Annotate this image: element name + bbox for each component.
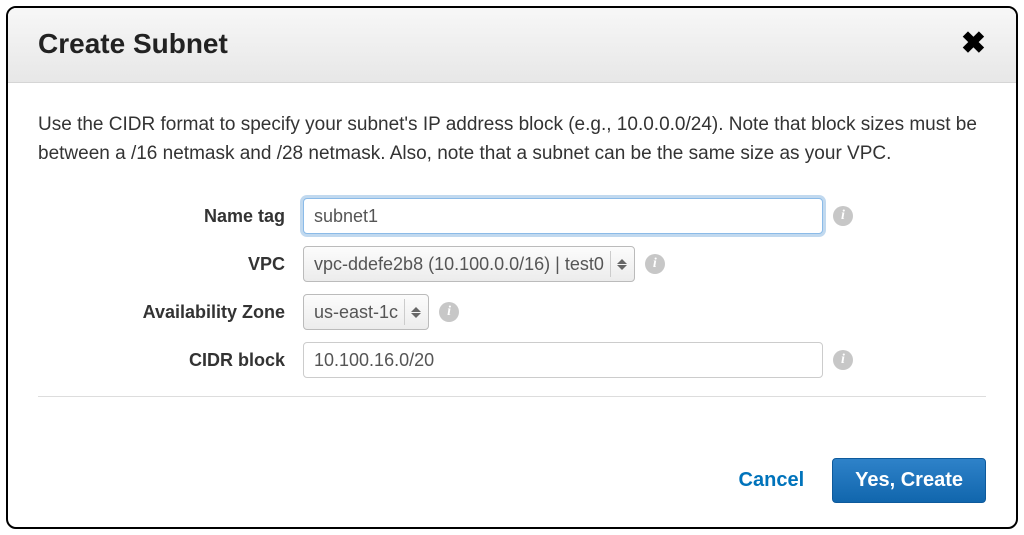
info-icon[interactable]: i <box>833 350 853 370</box>
dialog-title: Create Subnet <box>38 28 228 60</box>
row-availability-zone: Availability Zone us-east-1c i <box>38 294 986 330</box>
cancel-button[interactable]: Cancel <box>739 469 805 492</box>
row-vpc: VPC vpc-ddefe2b8 (10.100.0.0/16) | test0… <box>38 246 986 282</box>
dialog-body: Use the CIDR format to specify your subn… <box>8 83 1016 438</box>
cidr-block-input[interactable] <box>303 342 823 378</box>
dialog-footer: Cancel Yes, Create <box>8 438 1016 527</box>
select-arrows-icon <box>404 299 421 325</box>
label-availability-zone: Availability Zone <box>38 302 303 323</box>
yes-create-button[interactable]: Yes, Create <box>832 458 986 503</box>
availability-zone-selected-value: us-east-1c <box>314 302 398 323</box>
label-cidr-block: CIDR block <box>38 350 303 371</box>
vpc-select[interactable]: vpc-ddefe2b8 (10.100.0.0/16) | test0 <box>303 246 635 282</box>
info-icon[interactable]: i <box>439 302 459 322</box>
select-arrows-icon <box>610 251 627 277</box>
close-icon[interactable]: ✖ <box>961 29 986 59</box>
info-icon[interactable]: i <box>645 254 665 274</box>
create-subnet-dialog: Create Subnet ✖ Use the CIDR format to s… <box>6 6 1018 529</box>
availability-zone-select[interactable]: us-east-1c <box>303 294 429 330</box>
dialog-description: Use the CIDR format to specify your subn… <box>38 111 986 168</box>
label-name-tag: Name tag <box>38 206 303 227</box>
label-vpc: VPC <box>38 254 303 275</box>
dialog-header: Create Subnet ✖ <box>8 8 1016 83</box>
name-tag-input[interactable] <box>303 198 823 234</box>
row-name-tag: Name tag i <box>38 198 986 234</box>
divider <box>38 396 986 397</box>
row-cidr-block: CIDR block i <box>38 342 986 378</box>
info-icon[interactable]: i <box>833 206 853 226</box>
vpc-selected-value: vpc-ddefe2b8 (10.100.0.0/16) | test0 <box>314 254 604 275</box>
